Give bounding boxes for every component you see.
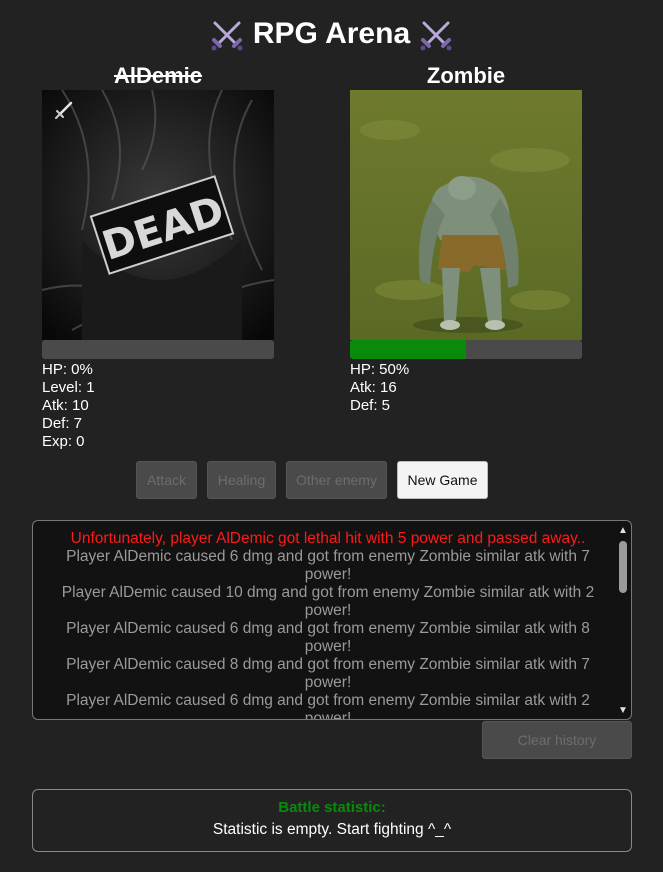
enemy-hp: HP: 50% bbox=[350, 361, 410, 378]
player-card: AlDemic DEAD HP: 0% Level: 1 Atk: 10 Def… bbox=[42, 62, 274, 451]
enemy-name: Zombie bbox=[426, 63, 506, 88]
page-title: RPG Arena bbox=[0, 12, 663, 56]
statistic-message: Statistic is empty. Start fighting ^_^ bbox=[212, 821, 452, 838]
action-controls: Attack Healing Other enemy New Game bbox=[0, 461, 663, 499]
player-portrait: DEAD bbox=[42, 90, 274, 340]
enemy-def: Def: 5 bbox=[350, 397, 391, 414]
history-list: Unfortunately, player AlDemic got lethal… bbox=[43, 530, 613, 720]
other-enemy-button[interactable]: Other enemy bbox=[286, 461, 387, 499]
battle-history[interactable]: Unfortunately, player AlDemic got lethal… bbox=[32, 520, 632, 720]
battle-statistic: Battle statistic: Statistic is empty. St… bbox=[32, 789, 632, 852]
dead-player-image: DEAD bbox=[42, 90, 274, 340]
enemy-portrait bbox=[350, 90, 582, 340]
enemy-stats: HP: 50% Atk: 16 Def: 5 bbox=[350, 361, 582, 415]
history-entry-lethal: Unfortunately, player AlDemic got lethal… bbox=[70, 530, 586, 547]
player-exp: Exp: 0 bbox=[42, 433, 85, 450]
history-entry: Player AlDemic caused 8 dmg and got from… bbox=[66, 656, 590, 691]
history-scrollbar[interactable]: ▲ ▼ bbox=[617, 525, 629, 717]
enemy-hp-bar bbox=[350, 340, 582, 359]
attack-button[interactable]: Attack bbox=[136, 461, 197, 499]
history-entry: Player AlDemic caused 6 dmg and got from… bbox=[66, 620, 590, 655]
enemy-atk: Atk: 16 bbox=[350, 379, 397, 396]
player-def: Def: 7 bbox=[42, 415, 83, 432]
player-level: Level: 1 bbox=[42, 379, 95, 396]
new-game-button[interactable]: New Game bbox=[397, 461, 488, 499]
clear-history-button[interactable]: Clear history bbox=[482, 721, 632, 759]
zombie-image bbox=[350, 90, 582, 340]
history-entry: Player AlDemic caused 6 dmg and got from… bbox=[66, 692, 590, 720]
scroll-down-icon[interactable]: ▼ bbox=[617, 705, 629, 717]
history-entry: Player AlDemic caused 10 dmg and got fro… bbox=[61, 584, 595, 619]
player-stats: HP: 0% Level: 1 Atk: 10 Def: 7 Exp: 0 bbox=[42, 361, 274, 451]
player-atk: Atk: 10 bbox=[42, 397, 89, 414]
healing-button[interactable]: Healing bbox=[207, 461, 276, 499]
title-text: RPG Arena bbox=[252, 17, 411, 50]
enemy-hp-fill bbox=[350, 340, 466, 359]
scroll-up-icon[interactable]: ▲ bbox=[617, 525, 629, 537]
player-hp: HP: 0% bbox=[42, 361, 93, 378]
statistic-title: Battle statistic: bbox=[278, 799, 386, 816]
player-hp-bar bbox=[42, 340, 274, 359]
crossed-swords-icon bbox=[211, 21, 243, 51]
player-name: AlDemic bbox=[113, 63, 203, 88]
scroll-thumb[interactable] bbox=[619, 541, 627, 593]
enemy-card: Zombie HP: 50% Atk: 16 Def: 5 bbox=[350, 62, 582, 415]
crossed-swords-icon bbox=[420, 21, 452, 51]
sword-icon bbox=[55, 101, 73, 119]
history-entry: Player AlDemic caused 6 dmg and got from… bbox=[66, 548, 590, 583]
